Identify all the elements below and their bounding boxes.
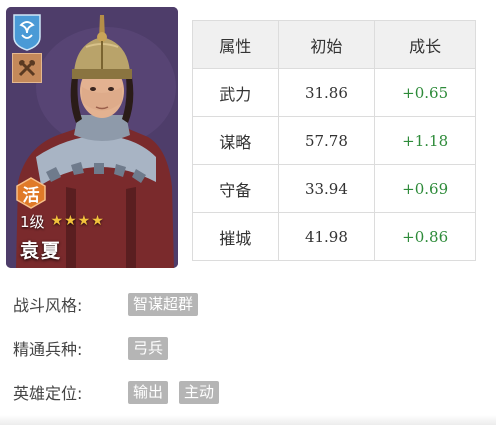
attribute-cell: 武力 xyxy=(192,68,279,117)
hero-name: 袁夏 xyxy=(20,240,63,262)
table-row: 守备 33.94 +0.69 xyxy=(192,164,476,213)
initial-cell: 33.94 xyxy=(277,164,376,213)
troop-type-tag: 弓兵 xyxy=(128,336,169,360)
hero-role-label: 英雄定位: xyxy=(13,384,83,403)
growth-cell: +0.86 xyxy=(374,212,476,261)
attribute-cell: 谋略 xyxy=(192,116,279,165)
troop-type-label: 精通兵种: xyxy=(13,340,83,359)
bottom-divider xyxy=(0,415,496,425)
hero-info: 战斗风格: 智谋超群 精通兵种: 弓兵 英雄定位: 输出 主动 xyxy=(13,290,230,422)
shield-crest-icon xyxy=(13,14,41,51)
table-row: 武力 31.86 +0.65 xyxy=(192,68,476,117)
hero-level: 1级 xyxy=(20,212,45,231)
table-header-row: 属性 初始 成长 xyxy=(192,20,476,69)
hero-role-row: 英雄定位: 输出 主动 xyxy=(13,378,230,406)
hero-tag-text: 活 xyxy=(22,185,40,206)
hero-tag-badge: 活 xyxy=(16,177,46,209)
battle-style-label: 战斗风格: xyxy=(13,296,83,315)
hero-card[interactable]: 活 1级 ★★★★ 袁夏 xyxy=(6,7,178,268)
growth-cell: +1.18 xyxy=(374,116,476,165)
growth-cell: +0.65 xyxy=(374,68,476,117)
table-row: 谋略 57.78 +1.18 xyxy=(192,116,476,165)
initial-cell: 57.78 xyxy=(277,116,376,165)
header-attribute: 属性 xyxy=(192,20,279,69)
table-row: 摧城 41.98 +0.86 xyxy=(192,212,476,261)
hero-role-tag: 主动 xyxy=(179,380,220,404)
troop-type-row: 精通兵种: 弓兵 xyxy=(13,334,230,362)
hero-role-tag: 输出 xyxy=(128,380,169,404)
growth-cell: +0.69 xyxy=(374,164,476,213)
initial-cell: 31.86 xyxy=(277,68,376,117)
stats-table: 属性 初始 成长 武力 31.86 +0.65 谋略 57.78 +1.18 守… xyxy=(192,20,476,261)
initial-cell: 41.98 xyxy=(277,212,376,261)
battle-style-tag: 智谋超群 xyxy=(128,292,199,316)
attribute-cell: 守备 xyxy=(192,164,279,213)
star-rating: ★★★★ xyxy=(50,213,105,229)
battle-style-row: 战斗风格: 智谋超群 xyxy=(13,290,230,318)
header-initial: 初始 xyxy=(277,20,376,69)
level-row: 1级 ★★★★ xyxy=(20,211,105,231)
header-growth: 成长 xyxy=(374,20,476,69)
hero-detail-page: 活 1级 ★★★★ 袁夏 属性 初始 成长 武力 31.86 +0.65 谋略 xyxy=(0,0,496,425)
crossed-axes-icon xyxy=(12,53,42,83)
attribute-cell: 摧城 xyxy=(192,212,279,261)
